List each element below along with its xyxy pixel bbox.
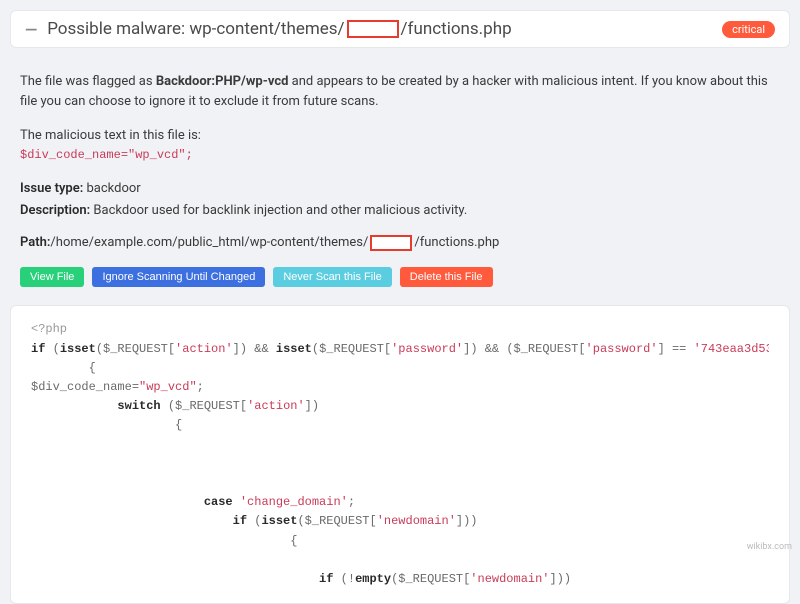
issue-type-label: Issue type: <box>20 181 83 196</box>
path-prefix: /home/example.com/public_html/wp-content… <box>50 233 368 253</box>
title-suffix: /functions.php <box>401 19 512 39</box>
path-suffix: /functions.php <box>414 233 499 253</box>
issue-body: The file was flagged as Backdoor:PHP/wp-… <box>0 58 800 305</box>
code-line: <?php <box>31 322 67 336</box>
code-block: <?php if (isset($_REQUEST['action']) && … <box>31 320 769 589</box>
delete-file-button[interactable]: Delete this File <box>400 267 493 287</box>
collapse-icon[interactable]: — <box>25 20 37 39</box>
redacted-theme-path <box>370 235 412 251</box>
description-value: Backdoor used for backlink injection and… <box>90 203 467 218</box>
card-header: — Possible malware: wp-content/themes/ /… <box>11 11 789 47</box>
issue-card: — Possible malware: wp-content/themes/ /… <box>10 10 790 48</box>
path-row: Path: /home/example.com/public_html/wp-c… <box>20 233 780 253</box>
issue-type-row: Issue type: backdoor <box>20 179 780 199</box>
title-prefix: Possible malware: wp-content/themes/ <box>47 19 344 39</box>
backdoor-name: Backdoor:PHP/wp-vcd <box>156 74 289 89</box>
view-file-button[interactable]: View File <box>20 267 84 287</box>
action-button-row: View File Ignore Scanning Until Changed … <box>20 267 780 287</box>
redacted-theme-name <box>347 20 399 38</box>
description-label: Description: <box>20 203 90 218</box>
issue-title: Possible malware: wp-content/themes/ /fu… <box>47 19 722 39</box>
malicious-code-snippet: $div_code_name="wp_vcd"; <box>20 146 780 165</box>
issue-type-value: backdoor <box>83 181 140 196</box>
code-preview-card: <?php if (isset($_REQUEST['action']) && … <box>10 305 790 604</box>
malicious-text-block: The malicious text in this file is: $div… <box>20 126 780 165</box>
description-row: Description: Backdoor used for backlink … <box>20 201 780 221</box>
malicious-intro: The malicious text in this file is: <box>20 126 780 146</box>
severity-badge: critical <box>722 21 775 38</box>
code-kw: if <box>31 342 45 356</box>
path-label: Path: <box>20 233 50 253</box>
never-scan-button[interactable]: Never Scan this File <box>273 267 391 287</box>
flagged-description: The file was flagged as Backdoor:PHP/wp-… <box>20 72 780 112</box>
watermark: wikibx.com <box>747 542 792 552</box>
flagged-prefix: The file was flagged as <box>20 74 156 89</box>
ignore-scanning-button[interactable]: Ignore Scanning Until Changed <box>92 267 265 287</box>
